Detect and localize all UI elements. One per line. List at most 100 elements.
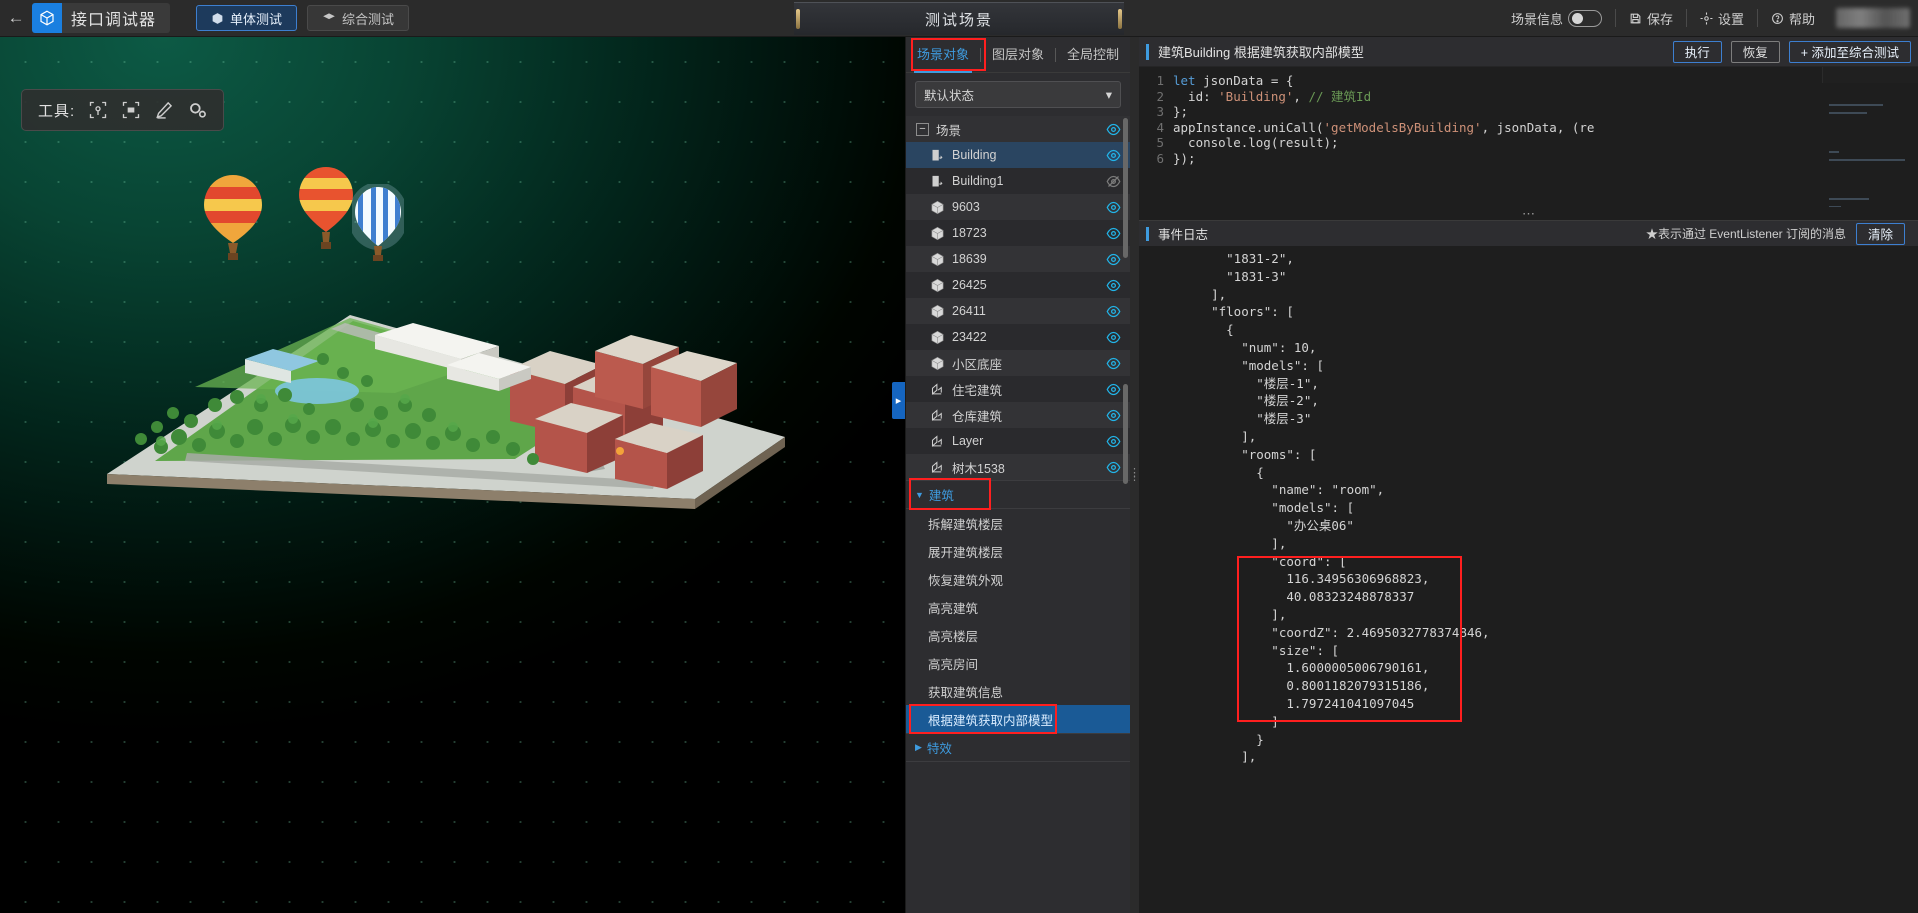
tab-global-control[interactable]: 全局控制 <box>1056 37 1130 73</box>
eye-icon[interactable] <box>1106 408 1121 423</box>
command-row[interactable]: 高亮房间 <box>906 649 1130 677</box>
code-line-5: console.log(result); <box>1173 135 1339 150</box>
eye-icon[interactable] <box>1106 122 1121 137</box>
code-editor[interactable]: 1 2 3 4 5 6 let jsonData = { id: 'Buildi… <box>1139 67 1918 207</box>
tree-row-building1[interactable]: Building1 <box>906 168 1130 194</box>
eye-icon[interactable] <box>1106 200 1121 215</box>
tab-scene-objects[interactable]: 场景对象 <box>906 37 980 73</box>
target-select-icon[interactable] <box>88 100 108 120</box>
eye-off-icon[interactable] <box>1106 174 1121 189</box>
event-log-content: "1831-2", "1831-3" ], "floors": [ { "num… <box>1211 251 1490 765</box>
cube-icon <box>931 304 944 318</box>
help-button[interactable]: 帮助 <box>1758 7 1828 29</box>
tree-row[interactable]: 住宅建筑 <box>906 376 1130 402</box>
group-header-effects[interactable]: ▶ 特效 <box>906 733 1130 762</box>
line-number: 4 <box>1156 119 1164 135</box>
eye-icon[interactable] <box>1106 148 1121 163</box>
command-row[interactable]: 展开建筑楼层 <box>906 537 1130 565</box>
top-bar: ← 接口调试器 单体测试 综合测试 测试场景 场景信息 保存 设置 帮助 <box>0 0 1918 37</box>
box-select-icon[interactable] <box>121 100 141 120</box>
execute-button[interactable]: 执行 <box>1672 40 1722 63</box>
pencil-icon[interactable] <box>154 100 174 120</box>
command-row[interactable]: 高亮楼层 <box>906 621 1130 649</box>
drag-handle-dots-icon: ⋯ <box>1522 205 1535 221</box>
scene-tree-scrollbar[interactable] <box>1123 118 1128 258</box>
panel-splitter-horizontal[interactable]: ⋯ <box>1139 207 1918 220</box>
tree-row-label: 树木1538 <box>952 461 1005 476</box>
tree-row[interactable]: 18639 <box>906 246 1130 272</box>
command-row[interactable]: 获取建筑信息 <box>906 677 1130 705</box>
command-row[interactable]: 恢复建筑外观 <box>906 565 1130 593</box>
eye-icon[interactable] <box>1106 434 1121 449</box>
viewport-collapse-handle[interactable]: ▸ <box>892 382 905 419</box>
accent-bar <box>1146 43 1149 60</box>
command-row[interactable]: 拆解建筑楼层 <box>906 509 1130 537</box>
eye-icon[interactable] <box>1106 356 1121 371</box>
save-button[interactable]: 保存 <box>1616 7 1686 29</box>
group-header-label: 建筑 <box>928 489 954 503</box>
scene-commands-scrollbar[interactable] <box>1123 384 1128 484</box>
scene-info-toggle-group[interactable]: 场景信息 <box>1498 7 1615 29</box>
clear-log-button[interactable]: 清除 <box>1855 222 1905 245</box>
eye-icon[interactable] <box>1106 252 1121 267</box>
tree-row[interactable]: 26411 <box>906 298 1130 324</box>
mode-button-single-label: 单体测试 <box>230 11 283 27</box>
tree-row-label: 18723 <box>952 226 987 240</box>
restore-button[interactable]: 恢复 <box>1730 40 1780 63</box>
command-row-get-models-by-building[interactable]: 根据建筑获取内部模型 <box>906 705 1130 733</box>
scene-tree[interactable]: − 场景 Building Building1 9603 18723 18639… <box>906 116 1130 913</box>
save-icon <box>1630 13 1641 23</box>
code-panel-actions: 执行 恢复 + 添加至综合测试 <box>1672 40 1911 63</box>
avatar[interactable] <box>1836 8 1910 28</box>
panel-splitter-vertical[interactable]: ⋮ ⋮ <box>1129 37 1140 913</box>
line-number: 6 <box>1156 150 1164 166</box>
collapse-minus-icon[interactable]: − <box>916 122 929 136</box>
tab-layer-objects[interactable]: 图层对象 <box>981 37 1055 73</box>
tree-row[interactable]: 23422 <box>906 324 1130 350</box>
tree-row-label: 小区底座 <box>952 357 1003 372</box>
eye-icon[interactable] <box>1106 330 1121 345</box>
api-panel: 建筑Building 根据建筑获取内部模型 执行 恢复 + 添加至综合测试 1 <box>1139 37 1918 913</box>
tree-row[interactable]: 18723 <box>906 220 1130 246</box>
state-select-value: 默认状态 <box>924 89 975 103</box>
state-select[interactable]: 默认状态 ▾ <box>915 81 1121 108</box>
tree-row[interactable]: 仓库建筑 <box>906 402 1130 428</box>
gear-icon[interactable] <box>187 100 207 120</box>
code-lines[interactable]: let jsonData = { id: 'Building', // 建筑Id… <box>1173 67 1918 207</box>
add-to-composite-test-button[interactable]: + 添加至综合测试 <box>1788 40 1911 63</box>
tree-row[interactable]: 小区底座 <box>906 350 1130 376</box>
city-model-3d[interactable] <box>95 309 805 519</box>
tree-row[interactable]: 26425 <box>906 272 1130 298</box>
cube-logo-icon <box>32 3 62 33</box>
tree-row[interactable]: 9603 <box>906 194 1130 220</box>
mode-button-composite-label: 综合测试 <box>342 11 395 27</box>
eye-icon[interactable] <box>1106 460 1121 475</box>
line-number: 2 <box>1156 88 1164 104</box>
tree-row-building[interactable]: Building <box>906 142 1130 168</box>
command-label: 恢复建筑外观 <box>928 573 1004 588</box>
cube-icon <box>212 12 223 24</box>
event-log-body[interactable]: "1831-2", "1831-3" ], "floors": [ { "num… <box>1139 246 1918 913</box>
tree-row-label: 住宅建筑 <box>952 383 1003 398</box>
code-minimap[interactable] <box>1822 67 1918 207</box>
settings-button[interactable]: 设置 <box>1687 7 1757 29</box>
command-row[interactable]: 高亮建筑 <box>906 593 1130 621</box>
command-label: 拆解建筑楼层 <box>928 517 1004 532</box>
scene-info-toggle[interactable] <box>1567 9 1602 27</box>
scene-viewport[interactable]: 工具: ▸ <box>0 37 905 913</box>
accent-bar <box>1146 226 1149 241</box>
brand-name: 接口调试器 <box>71 12 157 29</box>
eye-icon[interactable] <box>1106 304 1121 319</box>
eye-icon[interactable] <box>1106 382 1121 397</box>
eye-icon[interactable] <box>1106 226 1121 241</box>
back-arrow-icon[interactable]: ← <box>0 0 32 37</box>
mode-button-single[interactable]: 单体测试 <box>196 5 298 31</box>
mode-button-composite[interactable]: 综合测试 <box>307 5 410 31</box>
eye-icon[interactable] <box>1106 278 1121 293</box>
group-header-building[interactable]: ▼ 建筑 <box>906 480 1130 509</box>
code-line-1: let jsonData = { <box>1173 73 1294 88</box>
tree-row[interactable]: 树木1538 <box>906 454 1130 480</box>
line-number: 1 <box>1156 73 1164 88</box>
tree-row[interactable]: − 场景 <box>906 116 1130 142</box>
tree-row[interactable]: Layer <box>906 428 1130 454</box>
